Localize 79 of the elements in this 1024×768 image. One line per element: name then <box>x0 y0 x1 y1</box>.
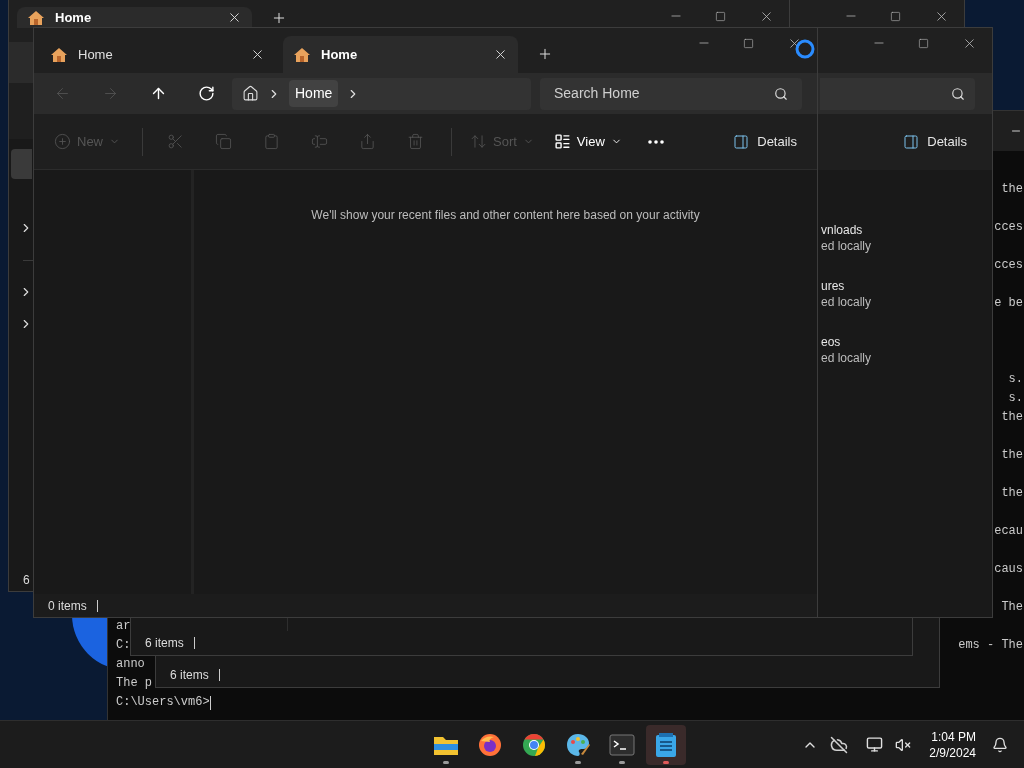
details-button[interactable]: Details <box>903 125 967 159</box>
maximize-icon <box>715 10 726 22</box>
maximize-icon <box>890 10 901 22</box>
home-icon <box>242 85 259 102</box>
tab-label: Home <box>321 46 359 63</box>
chrome-logo-icon <box>522 732 546 757</box>
tab[interactable]: Home <box>40 36 275 73</box>
tab[interactable]: Home <box>17 7 252 28</box>
terminal-text: cces <box>994 257 1023 274</box>
terminal-text: ecau <box>994 523 1023 540</box>
maximize-icon <box>743 37 754 49</box>
item-count: 6 <box>23 571 30 589</box>
terminal-text: anno <box>116 656 145 673</box>
folder-status: ed locally <box>821 350 873 366</box>
folder-name: eos <box>821 334 842 350</box>
terminal-text: The p <box>116 675 152 692</box>
running-indicator <box>663 760 669 764</box>
breadcrumb-item[interactable]: Home <box>289 80 339 107</box>
item-count: 0 items <box>48 597 87 615</box>
maximize-icon <box>918 37 929 49</box>
firefox-logo-icon <box>478 732 502 757</box>
terminal-text: s. <box>1008 371 1023 388</box>
tab[interactable]: Home <box>283 36 518 73</box>
terminal-text: s. <box>1008 390 1023 407</box>
folder-item[interactable]: ures ed locally <box>821 278 992 310</box>
details-pane-icon <box>903 134 920 150</box>
house-icon <box>50 46 68 63</box>
terminal-icon <box>609 733 635 756</box>
taskbar-app-button[interactable] <box>646 724 686 765</box>
empty-message: We'll show your recent files and other content here based on your activity <box>311 207 700 224</box>
terminal-text: the <box>1001 181 1023 198</box>
running-indicator <box>619 760 625 764</box>
terminal-text: caus <box>994 561 1023 578</box>
command-prompt: C:\Users\vm6> <box>116 694 210 711</box>
folder-status: ed locally <box>821 238 873 254</box>
terminal-text: The <box>1001 599 1023 616</box>
search-field[interactable] <box>820 77 975 110</box>
running-indicator <box>443 760 449 764</box>
text-cursor <box>209 695 211 710</box>
house-icon <box>293 46 311 63</box>
network-icon[interactable] <box>866 736 884 753</box>
item-count: 6 items <box>145 635 184 652</box>
close-tab-icon[interactable] <box>227 10 242 25</box>
search-icon <box>774 86 788 101</box>
terminal-text: the <box>1001 447 1023 464</box>
address-bar[interactable]: Home <box>232 77 531 110</box>
view-button[interactable]: View <box>545 124 630 159</box>
terminal-text: the <box>1001 485 1023 502</box>
tab-label: Home <box>78 46 114 63</box>
folder-item[interactable]: vnloads ed locally <box>821 222 992 254</box>
close-tab-icon[interactable] <box>250 47 265 62</box>
item-count: 6 items <box>170 667 209 684</box>
folder-status: ed locally <box>821 294 873 310</box>
tab-label: Home <box>55 9 93 26</box>
terminal-text: cces <box>994 219 1023 236</box>
plus-icon <box>537 46 553 62</box>
running-indicator <box>575 760 581 764</box>
folder-name: ures <box>821 278 846 294</box>
house-icon <box>27 9 45 26</box>
terminal-text: C: <box>116 637 131 654</box>
notepad-icon <box>655 731 677 758</box>
plus-icon <box>271 10 287 26</box>
close-tab-icon[interactable] <box>493 47 508 62</box>
search-icon <box>951 86 965 101</box>
details-button[interactable]: Details <box>733 124 797 159</box>
notifications-icon[interactable] <box>992 736 1008 753</box>
palette-icon <box>565 731 591 758</box>
clock[interactable]: 1:04 PM 2/9/2024 <box>929 728 976 761</box>
volume-muted-icon[interactable] <box>895 736 912 753</box>
terminal-text: ems - The <box>958 637 1023 654</box>
folder-name: vnloads <box>821 222 864 238</box>
details-pane-icon <box>733 133 750 150</box>
cloud-offline-icon[interactable] <box>830 735 849 754</box>
terminal-text: the <box>1001 409 1023 426</box>
terminal-text: ar <box>116 618 131 635</box>
search-field[interactable]: Search Home <box>540 77 802 110</box>
terminal-text: e be <box>994 295 1023 312</box>
busy-cursor-icon <box>794 38 816 60</box>
folder-item[interactable]: eos ed locally <box>821 334 992 366</box>
